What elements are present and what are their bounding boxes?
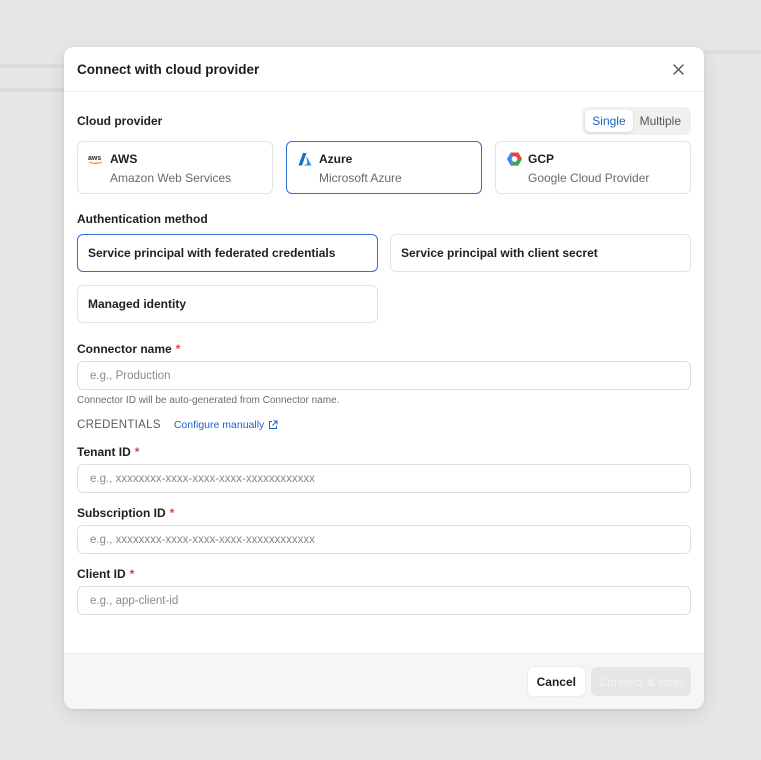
auth-method-options: Service principal with federated credent… [77, 234, 691, 323]
required-mark: * [175, 342, 181, 356]
cancel-button[interactable]: Cancel [527, 667, 585, 696]
mode-multiple-button[interactable]: Multiple [633, 110, 688, 132]
provider-name: Azure [319, 152, 353, 166]
external-link-icon [269, 420, 278, 429]
connect-and-scan-button[interactable]: Connect & scan [591, 667, 691, 696]
auth-option-federated[interactable]: Service principal with federated credent… [77, 234, 378, 272]
connector-name-input[interactable] [77, 361, 691, 390]
connector-name-group: Connector name * Connector ID will be au… [77, 342, 691, 406]
provider-card-aws[interactable]: aws AWS Amazon Web Services [77, 141, 273, 194]
provider-subtitle: Microsoft Azure [319, 171, 402, 185]
provider-subtitle: Amazon Web Services [110, 171, 232, 185]
auth-option-client-secret[interactable]: Service principal with client secret [390, 234, 691, 272]
provider-options: aws AWS Amazon Web Services Azure Micros… [77, 141, 691, 194]
provider-mode-toggle: Single Multiple [582, 107, 691, 135]
mode-single-button[interactable]: Single [585, 110, 633, 132]
connector-name-label-text: Connector name [77, 342, 172, 356]
modal-footer: Cancel Connect & scan [64, 653, 704, 709]
tenant-id-label-text: Tenant ID [77, 445, 131, 459]
subscription-id-label-text: Subscription ID [77, 506, 166, 520]
connect-cloud-modal: Connect with cloud provider Cloud provid… [64, 47, 704, 709]
credentials-title: CREDENTIALS [77, 419, 161, 431]
connector-name-helper: Connector ID will be auto-generated from… [77, 395, 340, 406]
provider-card-gcp[interactable]: GCP Google Cloud Provider [495, 141, 691, 194]
required-mark: * [169, 506, 175, 520]
auth-method-label: Authentication method [77, 212, 208, 226]
required-mark: * [129, 567, 135, 581]
close-icon [672, 63, 684, 75]
background-line [704, 50, 761, 54]
required-mark: * [134, 445, 140, 459]
connector-name-label: Connector name * [77, 342, 691, 356]
subscription-id-group: Subscription ID * [77, 506, 691, 554]
close-button[interactable] [668, 59, 688, 79]
tenant-id-input[interactable] [77, 464, 691, 493]
modal-title: Connect with cloud provider [77, 61, 260, 77]
azure-logo-icon [297, 151, 313, 167]
client-id-input[interactable] [77, 586, 691, 615]
client-id-group: Client ID * [77, 567, 691, 615]
modal-header: Connect with cloud provider [64, 47, 704, 92]
svg-text:aws: aws [88, 155, 101, 162]
auth-option-managed-identity[interactable]: Managed identity [77, 285, 378, 323]
credentials-header: CREDENTIALS Configure manually [77, 419, 691, 431]
client-id-label: Client ID * [77, 567, 691, 581]
background-line [0, 88, 64, 92]
provider-card-azure[interactable]: Azure Microsoft Azure [286, 141, 482, 194]
client-id-label-text: Client ID [77, 567, 126, 581]
modal-body: Cloud provider Single Multiple aws AWS A… [64, 106, 704, 615]
provider-name: GCP [528, 152, 555, 166]
tenant-id-group: Tenant ID * [77, 445, 691, 493]
aws-logo-icon: aws [88, 151, 104, 167]
configure-manually-label: Configure manually [173, 419, 265, 431]
configure-manually-link[interactable]: Configure manually [174, 419, 278, 431]
background-line [0, 64, 64, 68]
provider-subtitle: Google Cloud Provider [528, 171, 650, 185]
provider-name: AWS [110, 152, 138, 166]
cloud-provider-label: Cloud provider [77, 114, 163, 128]
cloud-provider-header: Cloud provider Single Multiple [77, 106, 691, 136]
tenant-id-label: Tenant ID * [77, 445, 691, 459]
subscription-id-input[interactable] [77, 525, 691, 554]
subscription-id-label: Subscription ID * [77, 506, 691, 520]
gcp-logo-icon [506, 151, 522, 167]
